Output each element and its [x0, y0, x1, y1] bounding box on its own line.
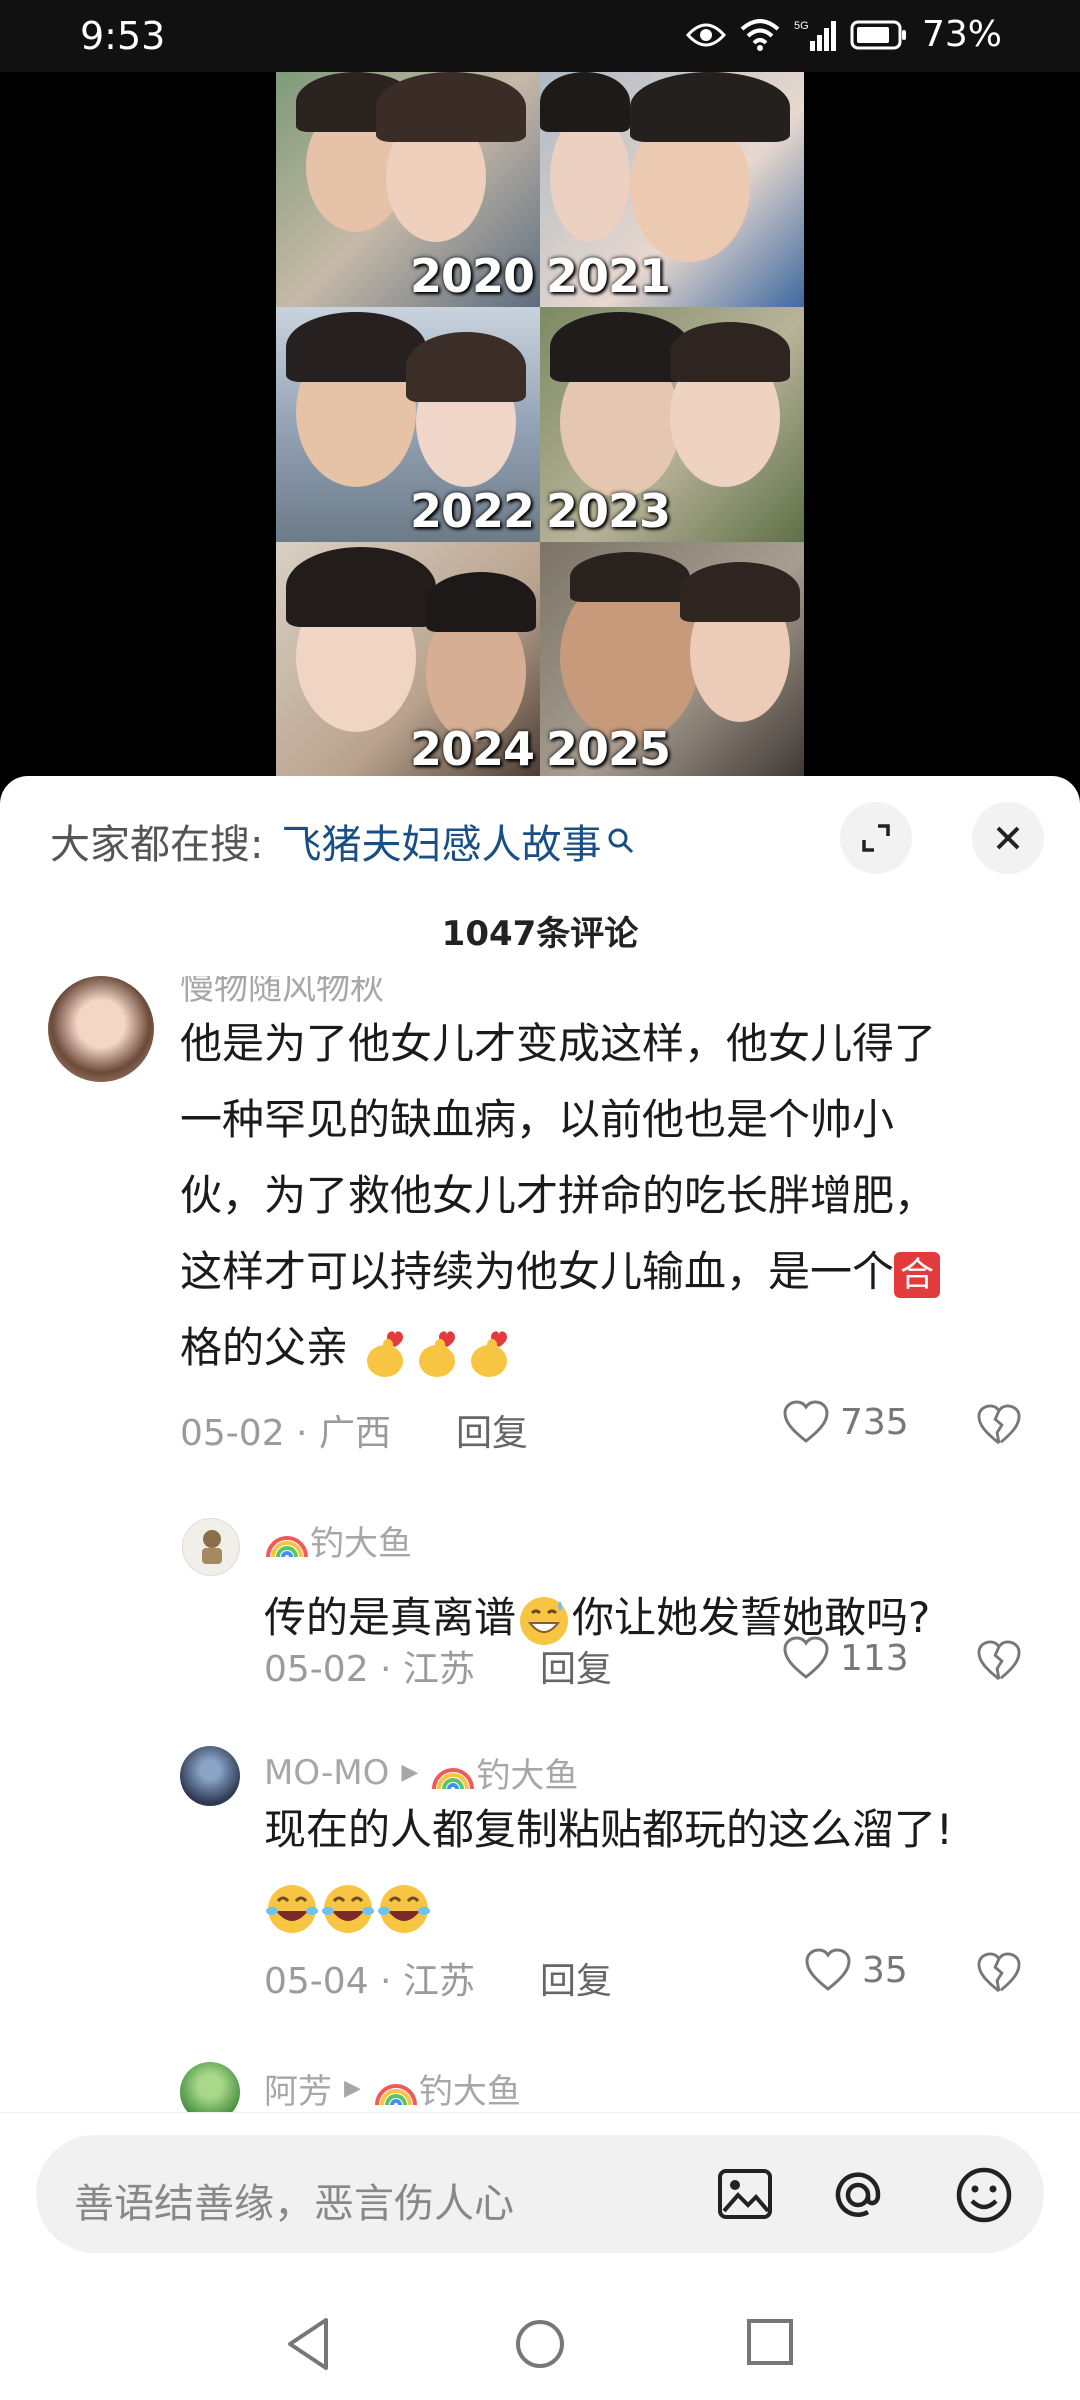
image-icon[interactable] — [716, 2165, 774, 2223]
broken-heart-icon[interactable] — [976, 1404, 1022, 1446]
avatar[interactable] — [48, 976, 154, 1082]
photo-2022: 2022 — [276, 307, 540, 542]
avatar-figure — [202, 1530, 222, 1564]
comment-input-bar: 善语结善缘，恶言伤人心 — [0, 2112, 1080, 2288]
broken-heart-icon[interactable] — [976, 1640, 1022, 1682]
recents-icon[interactable] — [744, 2316, 796, 2368]
svg-text:5G: 5G — [794, 20, 809, 32]
laughing-crying-emoji — [378, 1884, 430, 1933]
year-label: 2023 — [546, 484, 671, 538]
close-icon — [996, 826, 1020, 850]
year-label: 2020 — [409, 249, 535, 303]
photo-collage: 2020 2021 2022 2023 2024 2025 — [276, 72, 804, 780]
photo-2023: 2023 — [540, 307, 804, 542]
status-icons: 5G 73% — [685, 14, 1002, 55]
system-nav-bar — [0, 2288, 1080, 2400]
comment-line: 格的父亲 — [180, 1310, 1040, 1386]
he-badge: 合 — [894, 1251, 941, 1298]
finger-heart-emoji — [471, 1330, 508, 1377]
like-count: 35 — [862, 1949, 908, 1991]
expand-icon — [862, 824, 890, 852]
comment-count: 1047条评论 — [441, 914, 639, 954]
signal-icon: 5G — [794, 20, 836, 51]
photo-2024: 2024 — [276, 542, 540, 780]
close-button[interactable] — [972, 802, 1044, 874]
rainbow-icon — [374, 2083, 417, 2105]
eye-icon — [685, 23, 726, 46]
year-label: 2021 — [546, 249, 671, 303]
like-button[interactable]: 113 — [782, 1636, 909, 1680]
comment-line: 他是为了他女儿才变成这样，他女儿得了 — [180, 1019, 937, 1068]
heart-icon — [783, 1636, 829, 1679]
year-label: 2024 — [409, 722, 535, 776]
reply-arrow-icon: ▶ — [401, 1760, 419, 1785]
reply-button[interactable]: 回复 — [456, 1404, 528, 1456]
avatar[interactable] — [180, 1746, 240, 1806]
finger-heart-emoji — [367, 1330, 404, 1377]
like-count: 735 — [840, 1401, 909, 1443]
battery-icon — [850, 20, 906, 49]
finger-heart-emoji — [419, 1330, 456, 1377]
trending-search-link[interactable]: 飞猪夫妇感人故事 — [281, 812, 601, 870]
comment-line: 一种罕见的缺血病，以前他也是个帅小 — [180, 1095, 895, 1144]
like-button[interactable]: 35 — [804, 1948, 908, 1992]
search-icon[interactable] — [607, 827, 635, 855]
comment-text: 他是为了他女儿才变成这样，他女儿得了 一种罕见的缺血病，以前他也是个帅小 伙，为… — [180, 1006, 1040, 1386]
avatar[interactable] — [182, 1518, 240, 1576]
comment-line: 伙，为了救他女儿才拼命的吃长胖增肥， — [180, 1171, 937, 1220]
comment-text: 现在的人都复制粘贴都玩的这么溜了! — [264, 1792, 1044, 1944]
status-time: 9:53 — [80, 14, 166, 58]
photo-2020: 2020 — [276, 72, 540, 307]
video-player[interactable]: 2020 2021 2022 2023 2024 2025 — [0, 72, 1080, 780]
wifi-icon — [740, 18, 780, 51]
trending-search: 大家都在搜: 飞猪夫妇感人故事 — [50, 812, 635, 870]
comment-username[interactable]: 阿芳 ▶ 钓大鱼 — [264, 2064, 521, 2113]
heart-icon — [805, 1948, 851, 1991]
at-icon[interactable] — [828, 2165, 888, 2225]
comment-username[interactable]: 慢物随风物秋 — [180, 976, 384, 1009]
like-button[interactable]: 735 — [782, 1400, 909, 1444]
battery-level: 73% — [921, 14, 1002, 55]
comment-date-location: 05-04 · 江苏 — [264, 1961, 475, 2002]
status-bar: 9:53 5G 73% — [0, 0, 1080, 72]
broken-heart-icon[interactable] — [976, 1952, 1022, 1994]
back-icon[interactable] — [284, 2316, 334, 2372]
laughing-crying-emoji — [322, 1884, 374, 1933]
photo-2025: 2025 — [540, 542, 804, 780]
rainbow-icon — [432, 1767, 475, 1789]
comment-line: 这样才可以持续为他女儿输血，是一个合 — [180, 1234, 1040, 1310]
comment-username[interactable]: MO-MO ▶ 钓大鱼 — [264, 1748, 578, 1797]
comment-input-placeholder: 善语结善缘，恶言伤人心 — [74, 2181, 514, 2227]
reply-button[interactable]: 回复 — [540, 1640, 612, 1692]
reply-arrow-icon: ▶ — [344, 2076, 361, 2101]
comment-username[interactable]: 钓大鱼 — [264, 1516, 412, 1565]
heart-icon — [783, 1400, 829, 1443]
year-label: 2022 — [409, 484, 535, 538]
smiley-icon[interactable] — [954, 2165, 1014, 2225]
comment-date-location: 05-02 · 江苏 — [264, 1649, 475, 1690]
comment-list[interactable]: 慢物随风物秋 他是为了他女儿才变成这样，他女儿得了 一种罕见的缺血病，以前他也是… — [0, 976, 1080, 2296]
comment-line: 现在的人都复制粘贴都玩的这么溜了! — [264, 1805, 953, 1854]
comment-date-location: 05-02 · 广西 — [180, 1413, 391, 1454]
comment-input[interactable]: 善语结善缘，恶言伤人心 — [36, 2135, 1044, 2253]
laughing-crying-emoji — [266, 1884, 318, 1933]
home-icon[interactable] — [512, 2316, 568, 2372]
year-label: 2025 — [546, 722, 671, 776]
comment-line — [264, 1868, 1044, 1944]
expand-button[interactable] — [840, 802, 912, 874]
photo-2021: 2021 — [540, 72, 804, 307]
rainbow-icon — [266, 1535, 308, 1557]
like-count: 113 — [840, 1637, 909, 1679]
trending-search-label: 大家都在搜: — [50, 822, 264, 868]
reply-button[interactable]: 回复 — [540, 1952, 612, 2004]
